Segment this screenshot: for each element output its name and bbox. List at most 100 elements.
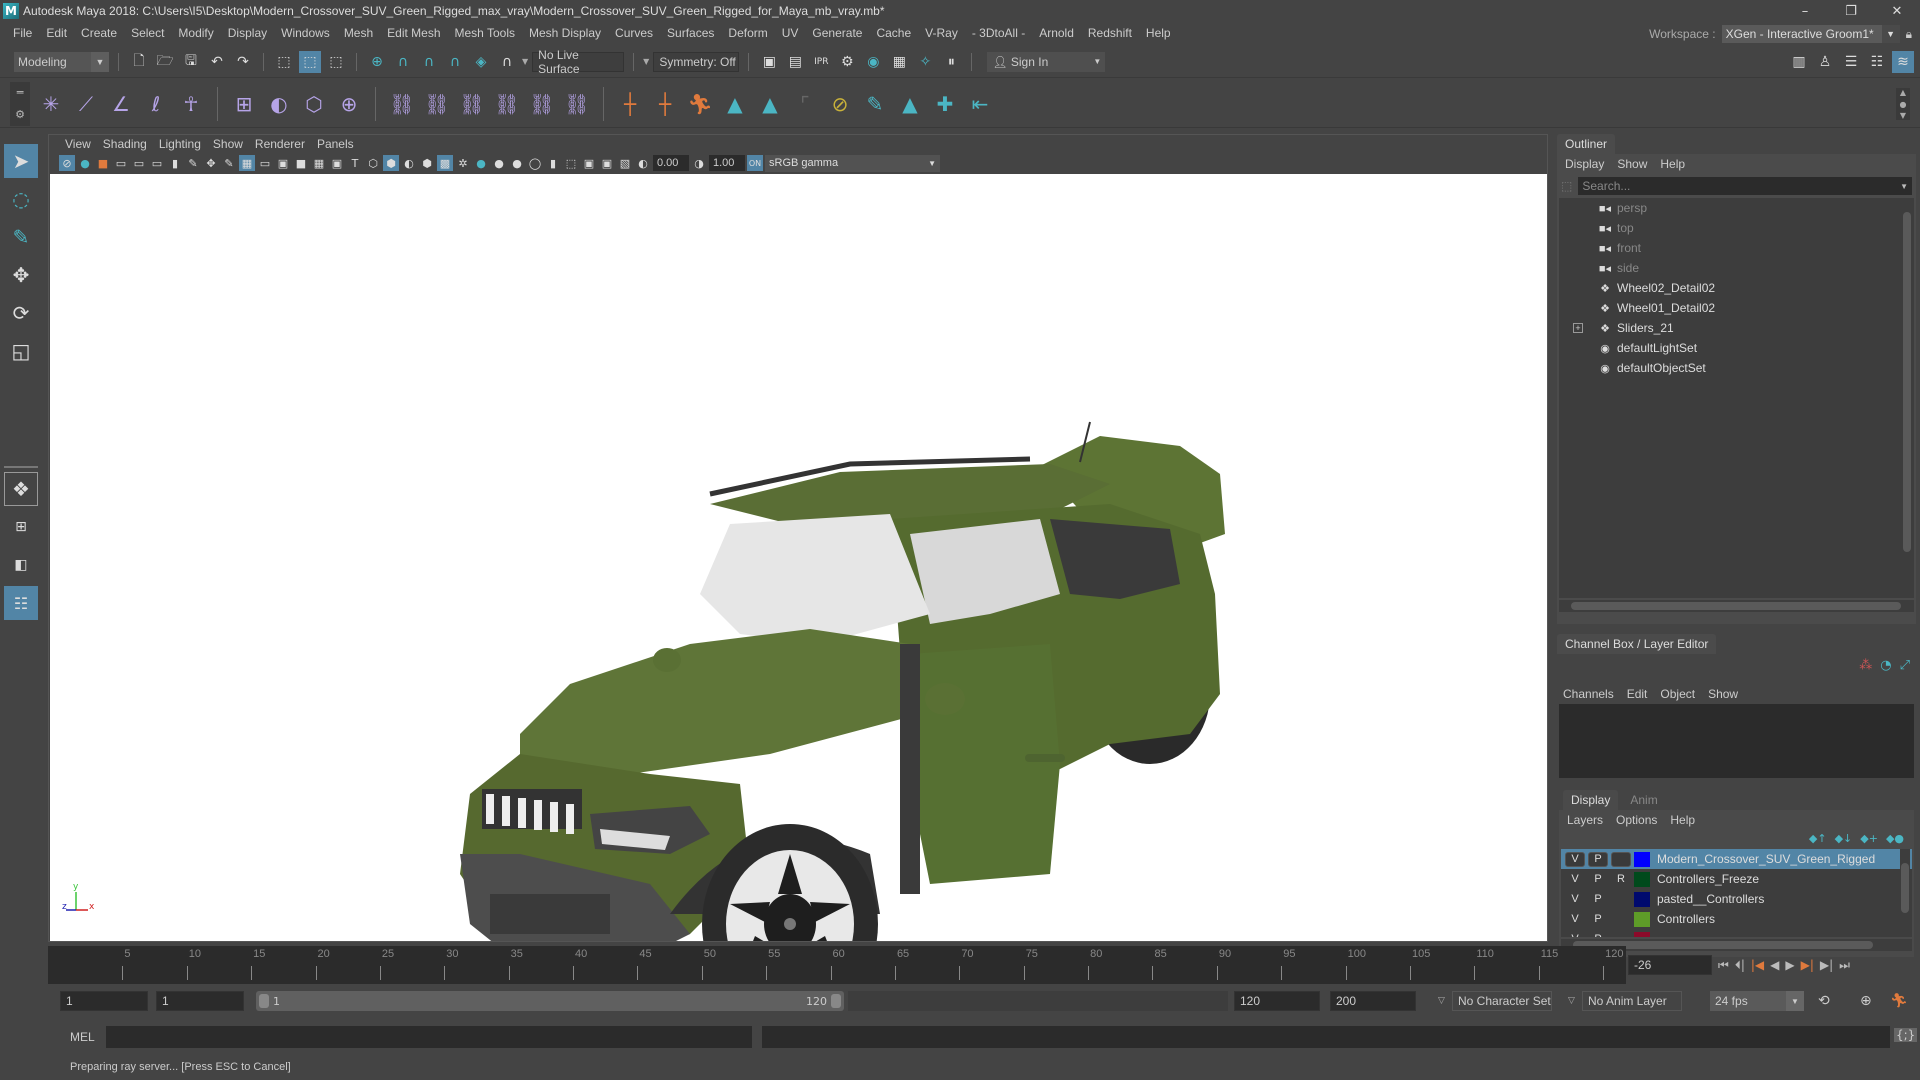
menu-mesh[interactable]: Mesh [337, 26, 380, 40]
menu-display[interactable]: Display [221, 26, 274, 40]
snap-view-plane-icon[interactable]: ∩ [444, 51, 466, 73]
image-plane-icon[interactable]: ▭ [113, 155, 129, 171]
four-view-layout-icon[interactable]: ⊞ [4, 510, 38, 544]
layer-color-swatch[interactable] [1634, 871, 1650, 887]
visibility-toggle[interactable]: V [1565, 912, 1585, 927]
visibility-toggle[interactable]: V [1565, 932, 1585, 937]
select-camera-icon[interactable]: ⊘ [59, 155, 75, 171]
viewport-menu-show[interactable]: Show [207, 137, 249, 151]
outliner-vertical-scrollbar[interactable] [1902, 198, 1912, 598]
layer-tab-anim[interactable]: Anim [1622, 790, 1666, 810]
color-management-icon[interactable]: ON [747, 155, 763, 171]
minimize-button[interactable]: – [1782, 0, 1828, 22]
menu-uv[interactable]: UV [775, 26, 806, 40]
color-space-dropdown[interactable]: sRGB gamma ▼ [765, 154, 940, 172]
character-icon[interactable]: 🏃︎ [686, 90, 714, 118]
new-layer-selected-icon[interactable]: ◆● [1886, 832, 1904, 845]
textured-icon[interactable]: ▩ [437, 155, 453, 171]
script-editor-icon[interactable]: {;} [1894, 1028, 1918, 1042]
symmetry-field[interactable]: Symmetry: Off [653, 51, 740, 72]
command-language-label[interactable]: MEL [70, 1030, 95, 1044]
pole-vector-icon[interactable]: ⛓ [563, 90, 591, 118]
ambient-occlusion-icon[interactable]: ● [491, 155, 507, 171]
menu-deform[interactable]: Deform [721, 26, 774, 40]
chevron-down-icon[interactable]: ▽ [1568, 996, 1575, 1006]
render-current-frame-icon[interactable]: ▤ [784, 51, 806, 73]
lasso-tool-icon[interactable]: ◌ [4, 182, 38, 216]
reference-toggle[interactable] [1611, 851, 1631, 867]
xray-components-icon[interactable]: ▧ [617, 155, 633, 171]
lattice-icon[interactable]: ◐ [265, 90, 293, 118]
empty-slot-icon[interactable]: ⌜ [791, 90, 819, 118]
ipr-render-icon[interactable]: IPR [810, 51, 832, 73]
select-by-component-icon[interactable]: ⬚ [325, 51, 347, 73]
maya-script-1-icon[interactable]: ▲ [721, 90, 749, 118]
ik-spline-icon[interactable]: ∠ [107, 90, 135, 118]
menu-generate[interactable]: Generate [805, 26, 869, 40]
channels-menu-object[interactable]: Object [1660, 687, 1702, 701]
maya-script-2-icon[interactable]: ▲ [756, 90, 784, 118]
paint-weights-icon[interactable]: ✎ [861, 90, 889, 118]
bookmarks-icon[interactable]: ■ [95, 155, 111, 171]
default-material-icon[interactable]: ◐ [401, 155, 417, 171]
outliner-item[interactable]: ❖ Wheel02_Detail02 [1559, 278, 1914, 298]
smooth-shade-icon[interactable]: ⬢ [383, 155, 399, 171]
camera-move-icon[interactable]: ✥ [203, 155, 219, 171]
end-frame-field[interactable]: 200 [1330, 991, 1416, 1011]
step-back-key-icon[interactable]: ⏴| [1735, 958, 1745, 973]
attribute-editor-icon[interactable]: ☰ [1840, 51, 1862, 73]
chevron-down-icon[interactable]: ▼ [522, 57, 528, 66]
viewport-menu-panels[interactable]: Panels [311, 137, 360, 151]
menu-mesh-display[interactable]: Mesh Display [522, 26, 608, 40]
reference-toggle[interactable] [1611, 932, 1631, 938]
menu-curves[interactable]: Curves [608, 26, 660, 40]
viewport-menu-lighting[interactable]: Lighting [153, 137, 207, 151]
undo-icon[interactable]: ↶ [206, 51, 228, 73]
outliner-search-input[interactable]: Search... ▼ [1578, 177, 1912, 195]
playback-end-field[interactable]: 120 [1234, 991, 1320, 1011]
snap-curve-icon[interactable]: ∩ [392, 51, 414, 73]
channel-box-icon[interactable]: ≋ [1892, 51, 1914, 73]
film-gate-icon[interactable]: ▭ [257, 155, 273, 171]
hypershade-icon[interactable]: ◉ [862, 51, 884, 73]
open-scene-icon[interactable]: 🗁 [154, 51, 176, 73]
menu-set-dropdown[interactable]: Modeling ▼ [14, 51, 109, 72]
bind-skin-icon[interactable]: ℓ [142, 90, 170, 118]
layer-color-swatch[interactable] [1634, 931, 1650, 937]
select-by-object-icon[interactable]: ⬚ [299, 50, 321, 73]
layer-color-swatch[interactable] [1634, 851, 1650, 867]
outliner-item[interactable]: ■◂ side [1559, 258, 1914, 278]
camera-attributes-icon[interactable]: ● [77, 155, 93, 171]
xray-joints-icon[interactable]: ▣ [599, 155, 615, 171]
menu-modify[interactable]: Modify [171, 26, 220, 40]
menu-select[interactable]: Select [124, 26, 171, 40]
manipulator-icon[interactable]: ⁂ [1859, 658, 1872, 673]
gamma-icon[interactable]: ◑ [691, 155, 707, 171]
go-to-end-icon[interactable]: ⏭ [1839, 958, 1850, 973]
scale-tool-icon[interactable]: ◱ [4, 334, 38, 368]
menu-edit-mesh[interactable]: Edit Mesh [380, 26, 447, 40]
reference-toggle[interactable] [1611, 912, 1631, 927]
outliner-horizontal-scrollbar[interactable] [1559, 600, 1914, 612]
playback-toggle[interactable]: P [1588, 932, 1608, 937]
maximize-button[interactable]: ❐ [1828, 0, 1874, 22]
step-forward-frame-icon[interactable]: ▶| [1801, 958, 1814, 972]
reference-toggle[interactable]: R [1611, 872, 1631, 887]
aim-constraint-icon[interactable]: ⛓ [528, 90, 556, 118]
motion-blur-icon[interactable]: ● [509, 155, 525, 171]
safe-action-icon[interactable]: ▣ [329, 155, 345, 171]
outliner-item[interactable]: ■◂ front [1559, 238, 1914, 258]
character-set-dropdown[interactable]: No Character Set [1452, 991, 1552, 1011]
playback-toggle[interactable]: P [1588, 892, 1608, 907]
menu-edit[interactable]: Edit [39, 26, 74, 40]
visibility-toggle[interactable]: V [1565, 892, 1585, 907]
outliner-item[interactable]: ❖ Wheel01_Detail02 [1559, 298, 1914, 318]
move-tool-icon[interactable]: ✥ [4, 258, 38, 292]
move-layer-up-icon[interactable]: ◆↑ [1809, 832, 1827, 845]
anti-aliasing-icon[interactable]: ◯ [527, 155, 543, 171]
viewport-menu-view[interactable]: View [59, 137, 97, 151]
blendshape-icon[interactable]: ⊕ [335, 90, 363, 118]
chevron-down-icon[interactable]: ▽ [1438, 996, 1445, 1006]
gamma-field[interactable]: 1.00 [709, 155, 745, 171]
speed-icon[interactable]: ◔ [1880, 658, 1891, 673]
